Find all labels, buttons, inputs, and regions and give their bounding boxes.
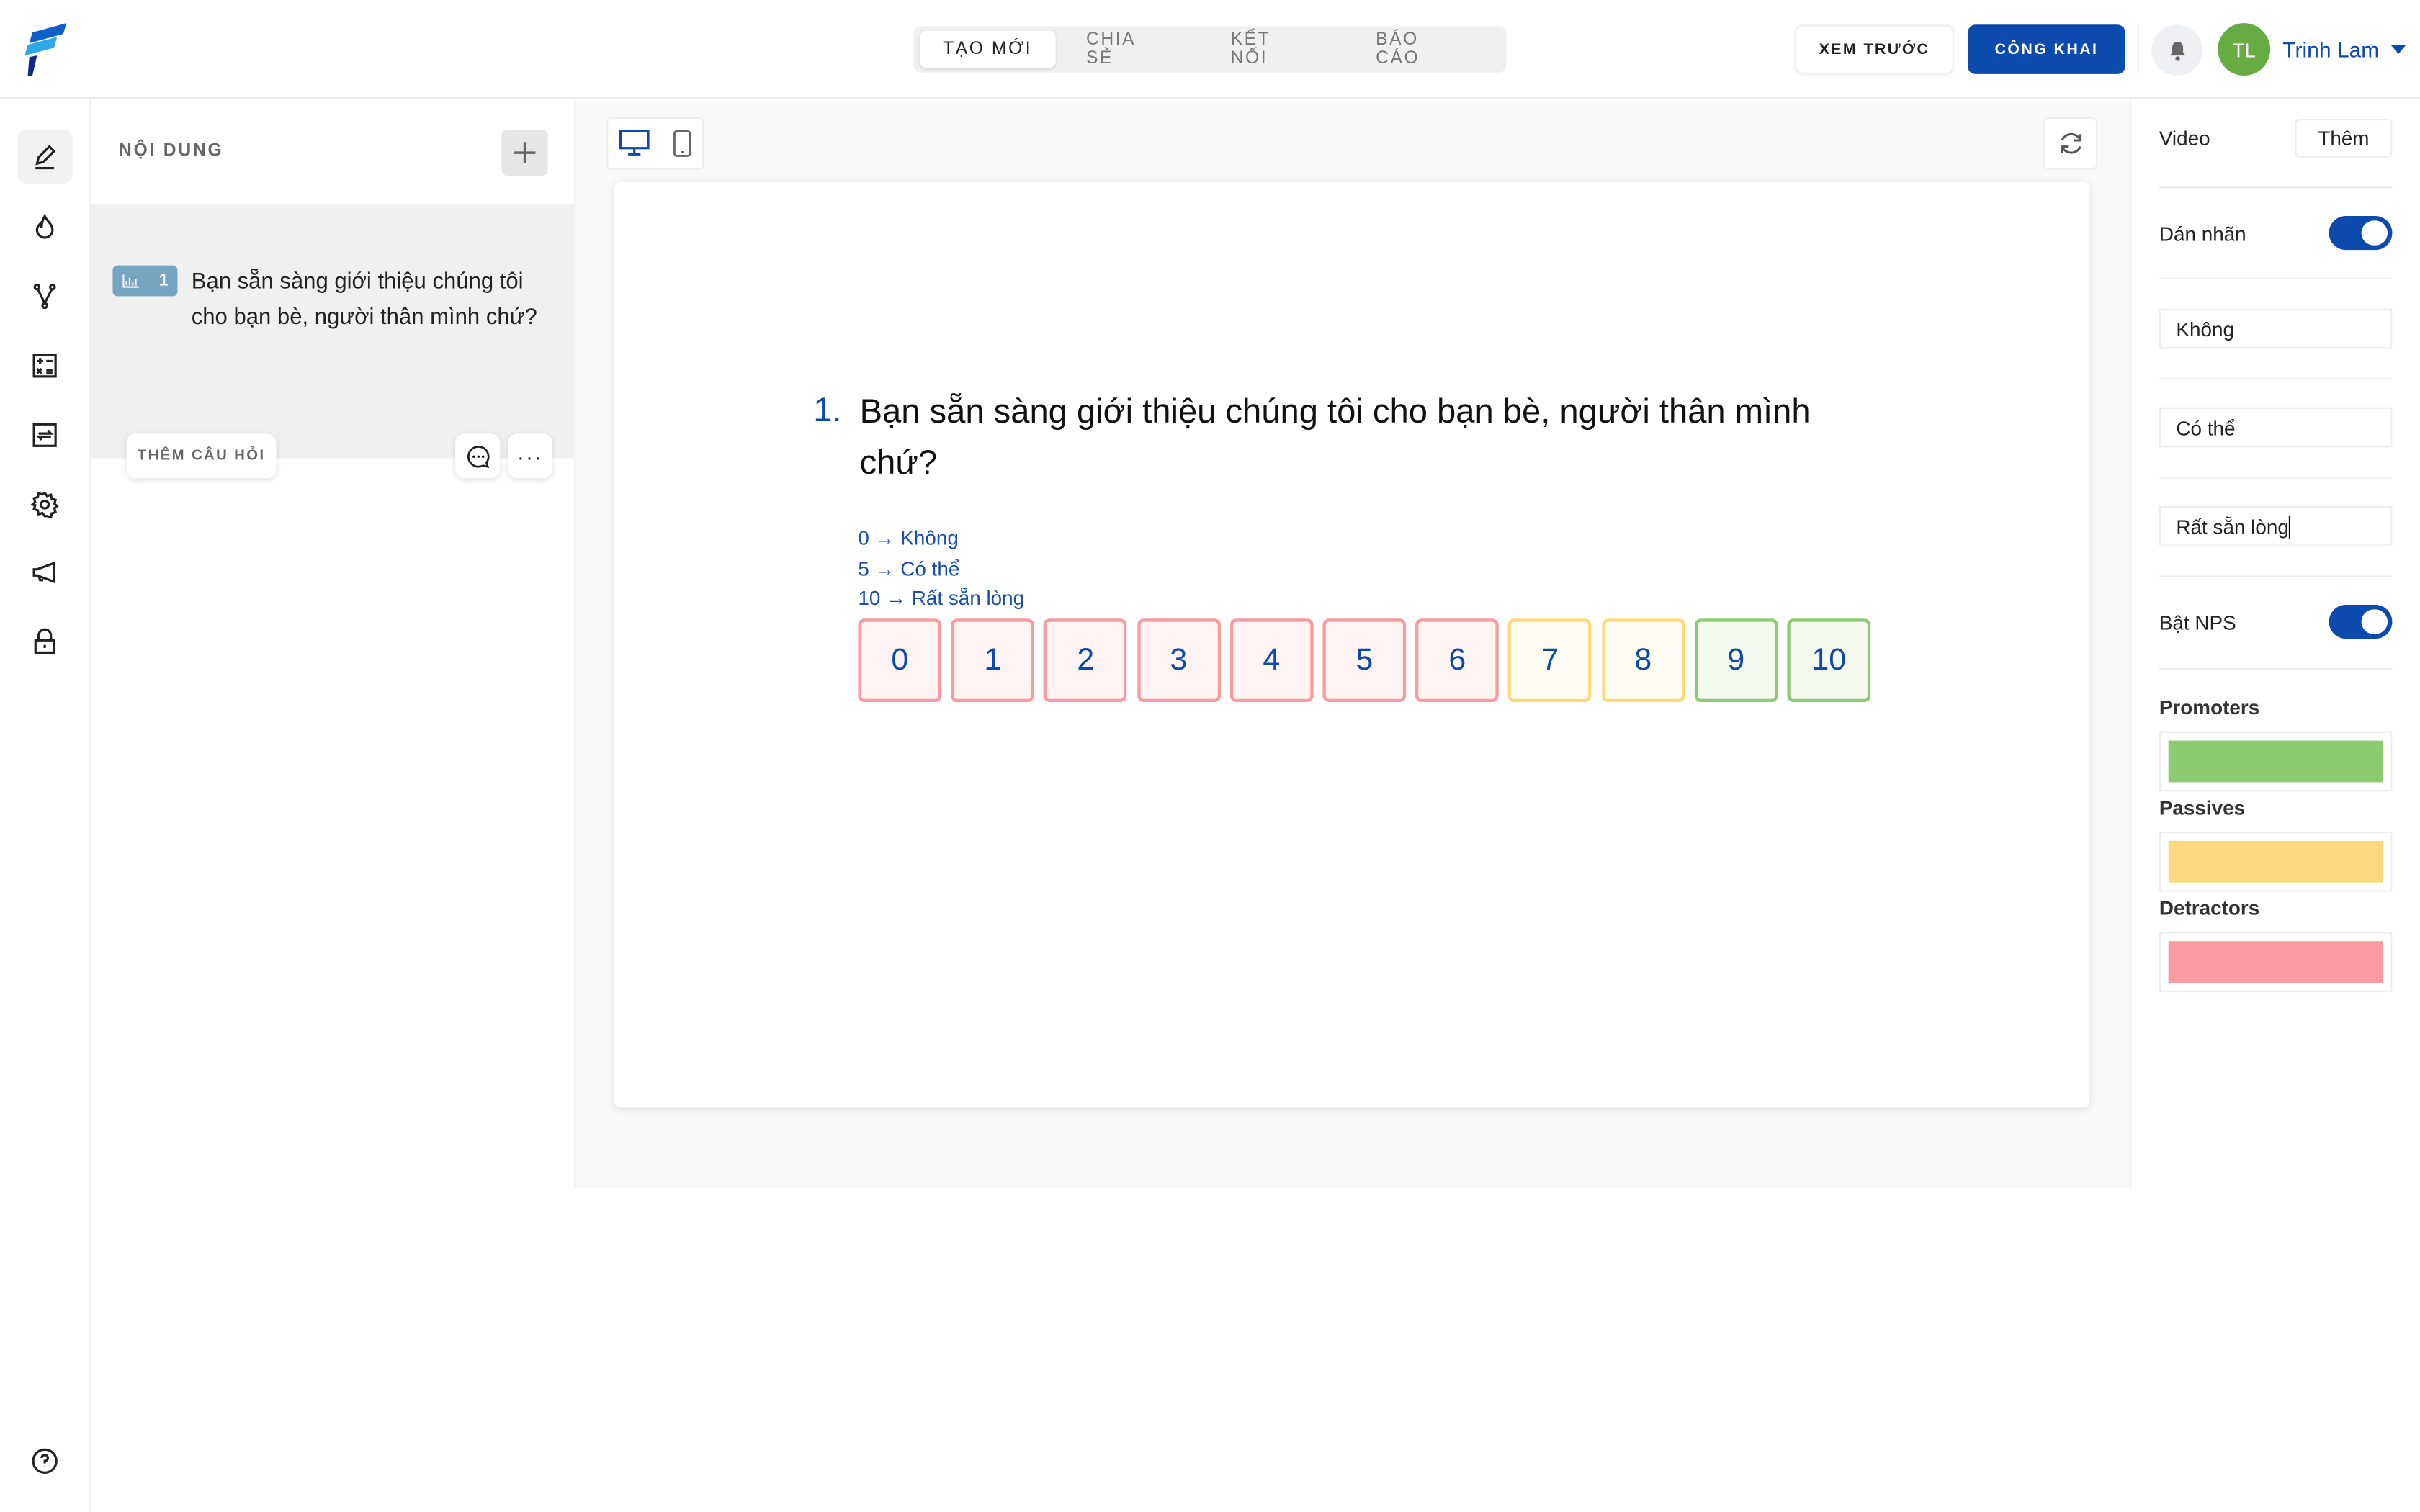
help-button[interactable] <box>17 1434 73 1488</box>
publish-button[interactable]: CÔNG KHAI <box>1968 24 2125 74</box>
comment-button[interactable] <box>455 433 501 479</box>
refresh-icon <box>2060 133 2081 154</box>
chevron-down-icon[interactable] <box>2390 45 2406 54</box>
preview-question-number: 1. <box>813 390 842 429</box>
promoters-color-picker[interactable] <box>2159 731 2393 792</box>
main-tabs: TẠO MỚI CHIA SẺ KẾT NỐI BÁO CÁO <box>913 26 1507 73</box>
settings-panel: Video Thêm Dán nhãn Không Có thể Rất sẵn… <box>2130 100 2420 1189</box>
label-max-value: Rất sẵn lòng <box>2176 514 2289 538</box>
plus-icon <box>514 142 536 164</box>
scale-option-6[interactable]: 6 <box>1415 618 1500 702</box>
question-card[interactable]: 1 Bạn sẵn sàng giới thiệu chúng tôi cho … <box>91 203 575 459</box>
question-badge: 1 <box>112 265 178 297</box>
scale-option-5[interactable]: 5 <box>1322 618 1407 702</box>
label-max-input[interactable]: Rất sẵn lòng <box>2159 505 2393 546</box>
user-name[interactable]: Trinh Lam <box>2282 37 2379 61</box>
scale-option-1[interactable]: 1 <box>951 618 1035 702</box>
refresh-button[interactable] <box>2043 117 2098 170</box>
text-cursor <box>2288 514 2290 538</box>
add-content-button[interactable] <box>501 130 548 176</box>
rail-repeat-button[interactable] <box>17 408 73 462</box>
repeat-icon <box>32 422 57 446</box>
top-header: TẠO MỚI CHIA SẺ KẾT NỐI BÁO CÁO XEM TRƯỚ… <box>0 0 2420 99</box>
scale-option-3[interactable]: 3 <box>1137 618 1221 702</box>
content-panel: NỘI DUNG 1 Bạn sẵn sàng giới thiệu chúng… <box>91 100 576 1189</box>
nps-toggle-label: Bật NPS <box>2159 611 2236 634</box>
detractors-label: Detractors <box>2159 896 2260 920</box>
calculator-icon <box>32 353 57 377</box>
mobile-icon[interactable] <box>673 130 691 158</box>
more-icon: ··· <box>516 444 544 469</box>
app-logo[interactable] <box>23 23 68 76</box>
rail-logic-button[interactable] <box>17 269 73 323</box>
tab-share[interactable]: CHIA SẺ <box>1055 31 1200 68</box>
scale-legend: 0 → Không 5 → Có thể 10 → Rất sẵn lòng <box>858 523 1024 613</box>
scale-option-4[interactable]: 4 <box>1229 618 1314 702</box>
promoters-swatch <box>2168 740 2383 783</box>
desktop-icon[interactable] <box>619 130 650 158</box>
legend-min: 0 → Không <box>858 526 959 549</box>
pencil-icon <box>35 144 56 169</box>
passives-color-picker[interactable] <box>2159 832 2393 892</box>
scale-option-8[interactable]: 8 <box>1601 618 1685 702</box>
add-question-button[interactable]: THÊM CÂU HỎI <box>126 433 277 479</box>
label-toggle[interactable] <box>2329 216 2393 251</box>
label-min-input[interactable]: Không <box>2159 308 2393 349</box>
scale-option-9[interactable]: 9 <box>1694 618 1778 702</box>
detractors-color-picker[interactable] <box>2159 932 2393 992</box>
lock-icon <box>34 627 55 653</box>
scale-option-7[interactable]: 7 <box>1508 618 1592 702</box>
scale-option-10[interactable]: 10 <box>1787 618 1871 702</box>
avatar[interactable]: TL <box>2218 23 2271 76</box>
label-mid-input[interactable]: Có thể <box>2159 407 2393 448</box>
preview-question-text: Bạn sẵn sàng giới thiệu chúng tôi cho bạ… <box>859 392 1811 482</box>
rail-calculator-button[interactable] <box>17 338 73 392</box>
video-label: Video <box>2159 126 2210 150</box>
preview-button[interactable]: XEM TRƯỚC <box>1795 24 1954 74</box>
icon-rail <box>0 100 91 1512</box>
divider <box>2137 26 2139 73</box>
tab-report[interactable]: BÁO CÁO <box>1345 31 1500 68</box>
gear-icon <box>30 490 59 518</box>
legend-max: 10 → Rất sẵn lòng <box>858 586 1025 610</box>
device-toggle <box>606 117 704 170</box>
detractors-swatch <box>2168 941 2383 983</box>
rail-settings-button[interactable] <box>17 477 73 531</box>
scale-option-2[interactable]: 2 <box>1044 618 1128 702</box>
rail-announce-button[interactable] <box>17 544 73 598</box>
panel-title: NỘI DUNG <box>119 142 224 161</box>
label-toggle-label: Dán nhãn <box>2159 222 2246 246</box>
scale-option-0[interactable]: 0 <box>858 618 942 702</box>
legend-mid: 5 → Có thể <box>858 556 960 580</box>
rail-theme-button[interactable] <box>17 199 73 253</box>
add-video-button[interactable]: Thêm <box>2295 119 2393 158</box>
passives-label: Passives <box>2159 796 2246 819</box>
branch-icon <box>33 282 56 309</box>
rail-security-button[interactable] <box>17 614 73 668</box>
bell-icon <box>2169 40 2185 60</box>
passives-swatch <box>2168 840 2383 883</box>
promoters-label: Promoters <box>2159 696 2260 719</box>
question-text: Bạn sẵn sàng giới thiệu chúng tôi cho bạ… <box>191 270 537 330</box>
nps-toggle[interactable] <box>2329 605 2393 639</box>
tab-create[interactable]: TẠO MỚI <box>920 30 1056 68</box>
rail-content-button[interactable] <box>17 130 73 184</box>
tab-connect[interactable]: KẾT NỐI <box>1200 31 1345 68</box>
megaphone-icon <box>32 560 55 583</box>
bar-chart-icon <box>122 274 139 287</box>
flame-icon <box>35 212 54 238</box>
question-number: 1 <box>158 271 169 290</box>
more-options-button[interactable]: ··· <box>508 433 553 479</box>
notifications-button[interactable] <box>2151 24 2202 76</box>
chat-bubble-icon <box>466 444 489 468</box>
help-icon <box>32 1447 58 1473</box>
